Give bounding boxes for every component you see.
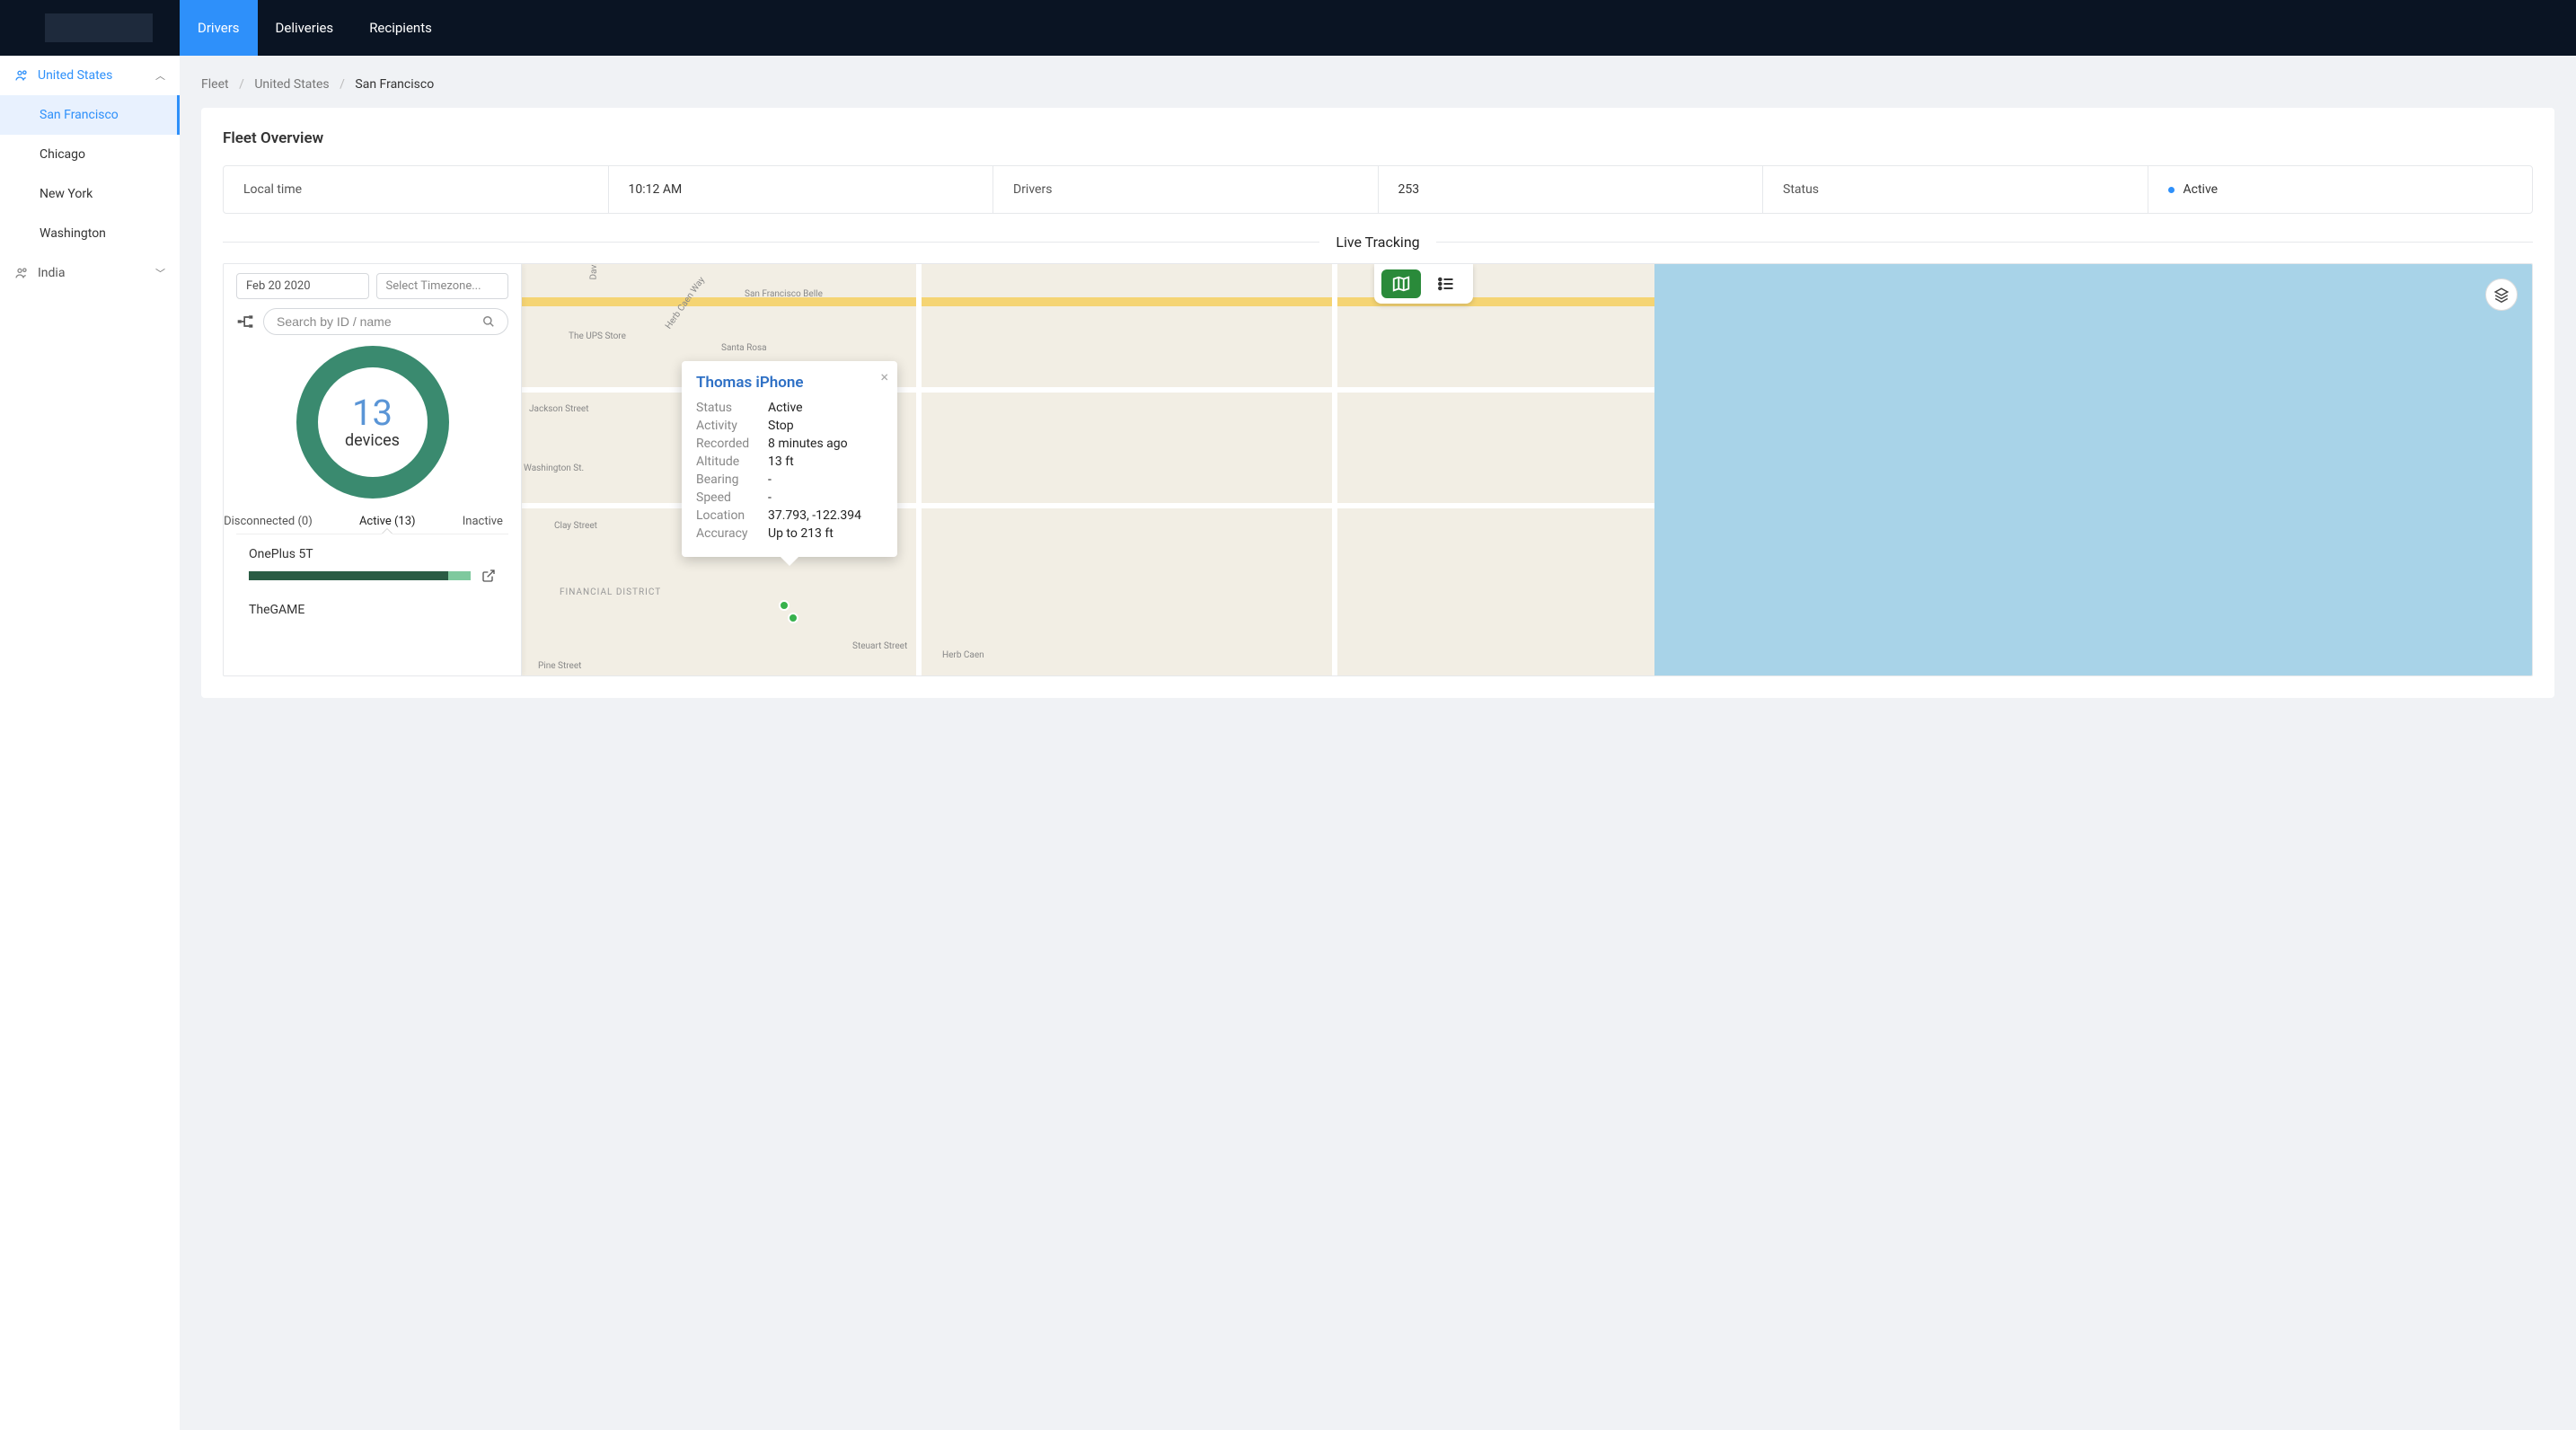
sidebar-group-label: United States: [38, 68, 112, 83]
logo: [45, 13, 153, 42]
chevron-up-icon: ︿: [155, 68, 165, 83]
device-name: TheGAME: [249, 603, 496, 617]
external-link-icon[interactable]: [481, 569, 496, 583]
nav-tab-recipients[interactable]: Recipients: [351, 0, 450, 56]
tracking-side-panel: Feb 20 2020 Select Timezone...: [224, 264, 522, 675]
breadcrumb-item[interactable]: Fleet: [201, 77, 229, 92]
popup-value: -: [768, 490, 883, 505]
device-activity-bar: [249, 571, 471, 580]
page-title: Fleet Overview: [223, 129, 2533, 147]
list-icon: [1437, 275, 1455, 293]
map-label: San Francisco Belle: [745, 289, 823, 299]
device-list-item[interactable]: OnePlus 5T: [249, 547, 496, 583]
map-marker[interactable]: [788, 613, 798, 623]
device-list-item[interactable]: TheGAME: [249, 603, 496, 617]
layers-button[interactable]: [2485, 278, 2518, 311]
search-icon: [482, 315, 495, 328]
popup-key: Location: [696, 508, 768, 523]
map-label: Clay Street: [554, 521, 597, 531]
status-dot-icon: [2168, 187, 2175, 193]
sidebar-group-india[interactable]: India ﹀: [0, 253, 180, 293]
status-tab-inactive[interactable]: Inactive: [463, 515, 503, 528]
popup-key: Bearing: [696, 472, 768, 487]
map[interactable]: Jackson Street Washington St. Clay Stree…: [224, 264, 2532, 675]
breadcrumb-separator: /: [239, 77, 244, 92]
tracking-area: Jackson Street Washington St. Clay Stree…: [223, 263, 2533, 676]
map-marker[interactable]: [779, 600, 790, 611]
map-label: Washington St.: [524, 463, 584, 473]
popup-title[interactable]: Thomas iPhone: [696, 374, 883, 392]
stat-value-status: Active: [2183, 182, 2219, 197]
popup-value: 13 ft: [768, 455, 883, 469]
popup-key: Status: [696, 401, 768, 415]
map-label: Jackson Street: [529, 404, 589, 414]
map-label: Davis Street: [589, 263, 601, 280]
status-tab-active[interactable]: Active (13): [359, 515, 416, 528]
map-label: Santa Rosa: [721, 343, 767, 353]
list-view-button[interactable]: [1426, 269, 1466, 298]
popup-key: Speed: [696, 490, 768, 505]
sidebar: United States ︿ San Francisco Chicago Ne…: [0, 56, 180, 1430]
main-content: Fleet / United States / San Francisco Fl…: [180, 56, 2576, 1430]
popup-key: Accuracy: [696, 526, 768, 541]
close-icon[interactable]: ×: [880, 368, 888, 385]
layers-icon: [2493, 287, 2510, 303]
breadcrumb: Fleet / United States / San Francisco: [201, 77, 2554, 92]
stat-value-local-time: 10:12 AM: [629, 182, 683, 197]
team-icon: [14, 266, 29, 280]
timezone-select[interactable]: Select Timezone...: [376, 273, 509, 299]
map-label: Herb Caen: [942, 650, 984, 660]
sidebar-item-washington[interactable]: Washington: [0, 214, 180, 253]
search-input[interactable]: [263, 308, 508, 335]
popup-key: Altitude: [696, 455, 768, 469]
topbar: Drivers Deliveries Recipients: [0, 0, 2576, 56]
sidebar-item-san-francisco[interactable]: San Francisco: [0, 95, 180, 135]
breadcrumb-item[interactable]: United States: [254, 77, 329, 92]
map-view-button[interactable]: [1381, 269, 1421, 298]
date-picker[interactable]: Feb 20 2020: [236, 273, 369, 299]
donut-label: devices: [345, 431, 400, 450]
popup-value: -: [768, 472, 883, 487]
section-title-live-tracking: Live Tracking: [1319, 234, 1435, 251]
stat-label-local-time: Local time: [243, 182, 302, 197]
breadcrumb-current: San Francisco: [355, 77, 434, 92]
stat-label-status: Status: [1783, 182, 1819, 197]
map-label: The UPS Store: [569, 331, 626, 341]
device-donut-chart: 13 devices: [296, 346, 449, 499]
stat-label-drivers: Drivers: [1013, 182, 1052, 197]
map-label: Pine Street: [538, 661, 581, 671]
map-label: FINANCIAL DISTRICT: [560, 587, 661, 597]
popup-value: 8 minutes ago: [768, 437, 883, 451]
map-label: Steuart Street: [852, 641, 907, 651]
team-icon: [14, 68, 29, 83]
nav-tabs: Drivers Deliveries Recipients: [180, 0, 450, 56]
device-popup: × Thomas iPhone StatusActive ActivitySto…: [682, 361, 897, 557]
stats-row: Local time 10:12 AM Drivers 253 Status A…: [223, 165, 2533, 214]
popup-key: Activity: [696, 419, 768, 433]
sidebar-group-label: India: [38, 266, 65, 280]
branch-icon[interactable]: [236, 313, 254, 331]
nav-tab-deliveries[interactable]: Deliveries: [258, 0, 352, 56]
nav-tab-drivers[interactable]: Drivers: [180, 0, 258, 56]
chevron-down-icon: ﹀: [155, 266, 165, 280]
view-toggle: [1374, 264, 1473, 304]
popup-value: Stop: [768, 419, 883, 433]
stat-value-drivers: 253: [1398, 182, 1420, 197]
search-field[interactable]: [277, 314, 482, 329]
map-icon: [1391, 274, 1411, 294]
breadcrumb-separator: /: [340, 77, 345, 92]
popup-key: Recorded: [696, 437, 768, 451]
popup-value: Up to 213 ft: [768, 526, 883, 541]
popup-value: Active: [768, 401, 883, 415]
device-name: OnePlus 5T: [249, 547, 496, 561]
donut-count: 13: [352, 395, 393, 431]
popup-value: 37.793, -122.394: [768, 508, 883, 523]
sidebar-item-chicago[interactable]: Chicago: [0, 135, 180, 174]
sidebar-group-united-states[interactable]: United States ︿: [0, 56, 180, 95]
sidebar-item-new-york[interactable]: New York: [0, 174, 180, 214]
status-tab-disconnected[interactable]: Disconnected (0): [224, 515, 313, 528]
